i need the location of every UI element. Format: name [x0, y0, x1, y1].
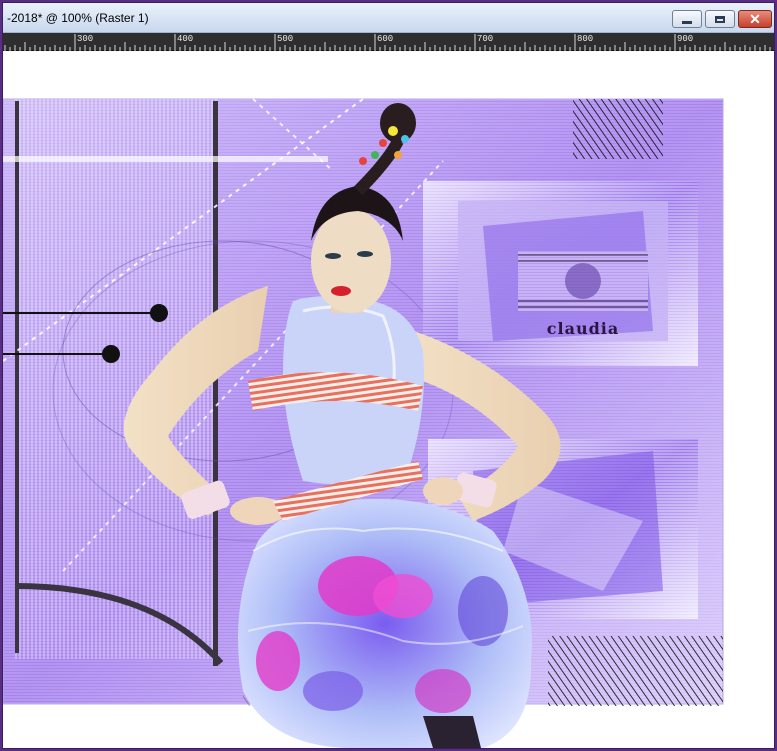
ruler-label: 500: [277, 34, 294, 44]
minimize-icon: [682, 20, 692, 24]
artwork: [3, 98, 724, 748]
image-canvas[interactable]: claudia: [3, 51, 774, 748]
watermark-badge: claudia: [546, 308, 620, 348]
pin-dot-top: [150, 304, 168, 322]
image-window: -2018* @ 100% (Raster 1) ✕ 300 400 500 6…: [2, 2, 775, 749]
minimize-button[interactable]: [672, 10, 702, 28]
hatch-bottom-right: [548, 636, 723, 706]
maximize-icon: [715, 15, 725, 23]
face: [311, 209, 391, 313]
ruler-label: 300: [77, 34, 94, 44]
pin-dot-bottom: [102, 345, 120, 363]
horizontal-ruler[interactable]: 300 400 500 600 700 800 900: [3, 33, 774, 51]
watermark-text: claudia: [546, 318, 620, 338]
lips: [331, 286, 351, 296]
ruler-label: 700: [477, 34, 494, 44]
window-title: -2018* @ 100% (Raster 1): [7, 11, 149, 25]
ruler-label: 800: [577, 34, 594, 44]
hair-bun: [380, 103, 416, 143]
close-button[interactable]: ✕: [738, 10, 772, 28]
ruler-label: 400: [177, 34, 194, 44]
maximize-button[interactable]: [705, 10, 735, 28]
ruler-label: 900: [677, 34, 694, 44]
title-bar[interactable]: -2018* @ 100% (Raster 1) ✕: [3, 3, 774, 33]
hatch-top-right: [573, 99, 663, 159]
close-icon: ✕: [749, 11, 761, 27]
ruler-label: 600: [377, 34, 394, 44]
